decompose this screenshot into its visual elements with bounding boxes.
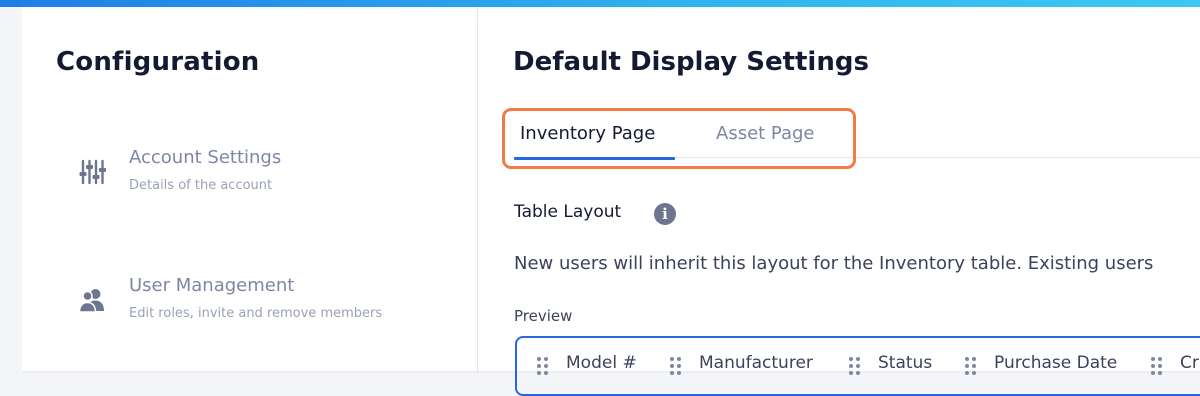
column-name: Model #	[566, 353, 637, 373]
drag-handle-icon[interactable]	[670, 357, 682, 375]
sidebar-title: Configuration	[56, 47, 260, 77]
sidebar-item-label: Account Settings	[129, 147, 282, 168]
sidebar-item-label: User Management	[129, 275, 295, 296]
drag-handle-icon[interactable]	[965, 357, 977, 375]
column-name: Purchase Date	[994, 353, 1118, 373]
sidebar-item-user-management[interactable]: User Management Edit roles, invite and r…	[72, 275, 452, 339]
settings-panel: Configuration Account Settings Details o…	[22, 7, 1200, 396]
drag-handle-icon[interactable]	[537, 357, 549, 375]
preview-label: Preview	[514, 307, 573, 325]
sliders-icon	[77, 157, 107, 187]
column-name: Status	[878, 353, 933, 373]
sidebar-item-account-settings[interactable]: Account Settings Details of the account	[72, 147, 452, 211]
column-name: Cr	[1180, 353, 1199, 373]
table-preview: Model # Manufacturer Status Purchase Dat…	[515, 336, 1200, 396]
configuration-sidebar: Configuration Account Settings Details o…	[22, 7, 478, 373]
sidebar-item-description: Details of the account	[129, 178, 273, 193]
page-title: Default Display Settings	[513, 47, 869, 77]
table-layout-heading: Table Layout	[514, 202, 622, 222]
users-icon	[77, 285, 107, 315]
top-accent-bar	[0, 0, 1200, 7]
tabs-highlight-box	[502, 108, 856, 169]
drag-handle-icon[interactable]	[849, 357, 861, 375]
drag-handle-icon[interactable]	[1151, 357, 1163, 375]
info-icon[interactable]: i	[654, 203, 676, 225]
sidebar-item-description: Edit roles, invite and remove members	[129, 306, 383, 321]
table-layout-description: New users will inherit this layout for t…	[514, 253, 1154, 274]
display-settings-main: Default Display Settings Inventory Page …	[479, 7, 1200, 396]
column-name: Manufacturer	[699, 353, 813, 373]
